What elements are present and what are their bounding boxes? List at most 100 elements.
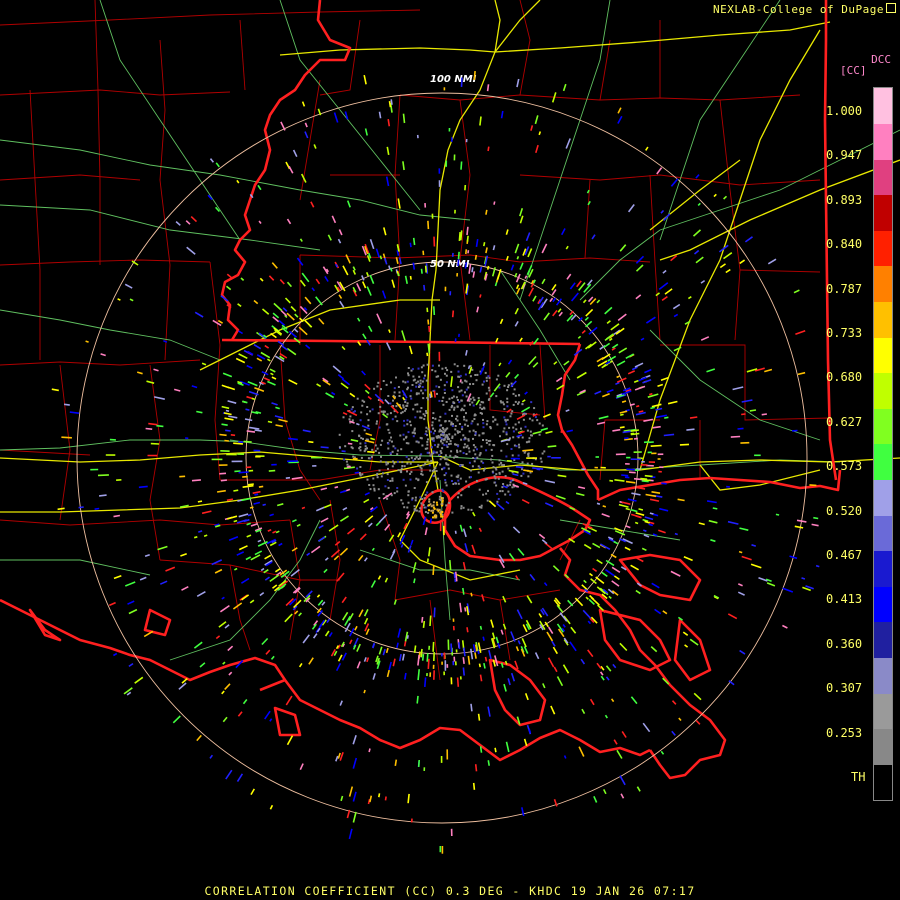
echo-pixel <box>462 506 465 509</box>
echo-streak <box>148 422 158 426</box>
echo-streak <box>230 434 236 437</box>
echo-pixel <box>407 458 410 461</box>
echo-pixel <box>432 509 435 512</box>
echo-streak <box>244 418 253 422</box>
echo-streak <box>560 228 566 236</box>
echo-pixel <box>419 410 422 413</box>
echo-streak <box>490 619 495 628</box>
echo-streak <box>562 624 566 628</box>
echo-streak <box>308 440 314 444</box>
echo-pixel <box>506 397 509 400</box>
echo-pixel <box>410 389 413 392</box>
echo-streak <box>128 608 138 615</box>
echo-streak <box>553 361 558 365</box>
echo-streak <box>473 71 476 80</box>
echo-pixel <box>511 410 514 413</box>
echo-pixel <box>425 481 428 484</box>
echo-streak <box>662 269 667 274</box>
echo-streak <box>521 637 527 648</box>
echo-streak <box>247 483 254 486</box>
echo-streak <box>585 308 594 317</box>
echo-streak <box>304 131 309 139</box>
echo-pixel <box>409 462 412 465</box>
echo-streak <box>454 530 457 534</box>
echo-streak <box>583 579 587 584</box>
echo-streak <box>334 486 339 489</box>
echo-pixel <box>402 478 405 481</box>
echo-streak <box>222 372 233 378</box>
echo-pixel <box>405 404 408 407</box>
echo-streak <box>286 735 294 746</box>
echo-streak <box>555 495 566 500</box>
echo-streak <box>275 406 280 410</box>
echo-streak <box>619 642 628 652</box>
echo-pixel <box>514 423 517 426</box>
echo-pixel <box>372 477 375 480</box>
echo-pixel <box>387 428 390 431</box>
echo-pixel <box>415 392 418 395</box>
echo-streak <box>553 666 558 673</box>
echo-pixel <box>460 494 463 497</box>
echo-pixel <box>457 479 460 482</box>
radar-map: 100 NMI 50 NMI <box>0 0 900 854</box>
echo-pixel <box>481 432 484 435</box>
echo-streak <box>482 362 486 367</box>
echo-streak <box>565 138 571 149</box>
echo-pixel <box>351 447 354 450</box>
echo-streak <box>196 410 203 414</box>
credit-link[interactable]: NEXLAB-College of DuPage <box>713 3 896 16</box>
echo-streak <box>635 255 645 264</box>
echo-streak <box>272 530 277 534</box>
echo-pixel <box>409 424 412 427</box>
echo-pixel <box>457 496 459 499</box>
echo-streak <box>376 313 383 324</box>
echo-pixel <box>400 471 403 474</box>
echo-streak <box>136 371 143 375</box>
echo-streak <box>543 312 550 321</box>
echo-pixel <box>434 417 437 420</box>
echo-pixel <box>462 434 465 437</box>
echo-pixel <box>379 405 382 408</box>
echo-streak <box>570 626 577 634</box>
echo-pixel <box>427 438 429 441</box>
echo-streak <box>320 517 329 523</box>
echo-streak <box>429 615 432 627</box>
echo-streak <box>514 307 519 315</box>
echo-pixel <box>386 473 389 476</box>
echo-pixel <box>401 461 404 464</box>
echo-streak <box>517 640 521 645</box>
echo-streak <box>252 490 261 494</box>
echo-streak <box>642 478 651 482</box>
echo-streak <box>339 515 349 522</box>
echo-pixel <box>473 414 476 417</box>
echo-pixel <box>465 388 468 391</box>
echo-pixel <box>428 500 431 503</box>
echo-pixel <box>424 414 426 417</box>
echo-pixel <box>414 508 417 511</box>
echo-streak <box>311 287 316 292</box>
echo-pixel <box>376 473 378 476</box>
echo-pixel <box>525 441 528 444</box>
echo-pixel <box>421 392 424 395</box>
echo-pixel <box>495 395 498 398</box>
echo-pixel <box>375 422 378 425</box>
echo-streak <box>237 303 242 308</box>
echo-pixel <box>417 380 420 383</box>
echo-pixel <box>359 449 362 452</box>
echo-streak <box>555 377 563 383</box>
echo-pixel <box>428 498 431 501</box>
echo-streak <box>673 313 679 318</box>
echo-streak <box>153 368 159 372</box>
echo-pixel <box>426 451 429 454</box>
color-scale-segment <box>874 266 892 303</box>
echo-streak <box>397 628 402 638</box>
echo-streak <box>459 524 464 532</box>
echo-pixel <box>406 380 409 383</box>
echo-pixel <box>526 429 529 432</box>
echo-streak <box>598 415 609 420</box>
echo-pixel <box>505 433 508 436</box>
echo-pixel <box>438 399 441 402</box>
echo-streak <box>218 621 227 628</box>
echo-pixel <box>423 497 426 500</box>
echo-streak <box>604 714 608 719</box>
